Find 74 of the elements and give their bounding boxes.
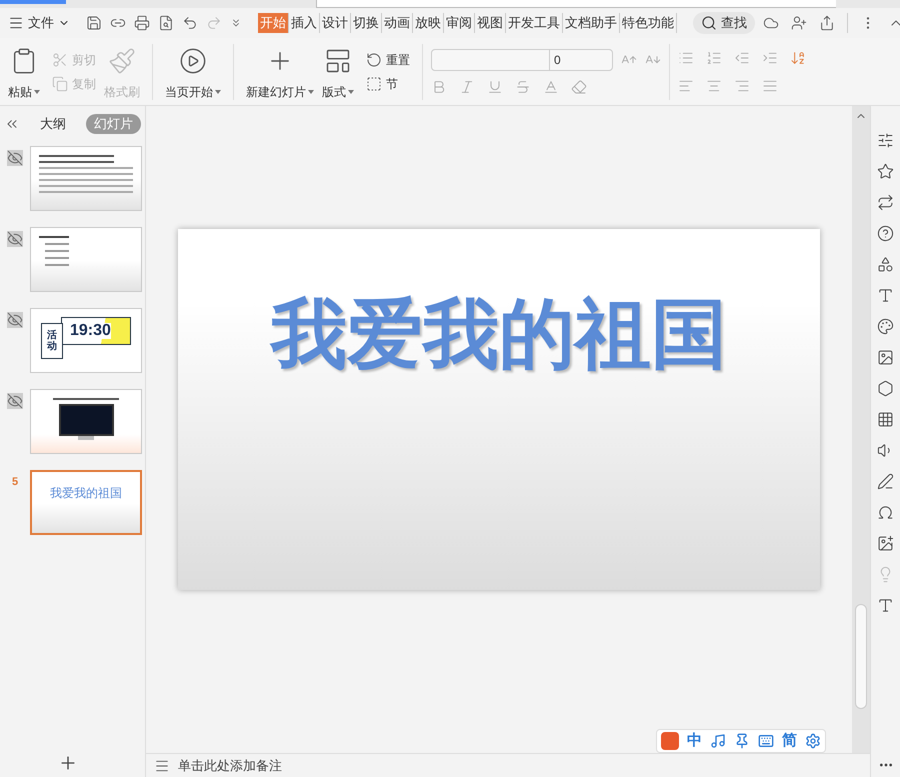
scrollbar[interactable] bbox=[852, 106, 870, 753]
undo-icon[interactable] bbox=[182, 15, 198, 31]
ime-mode-text[interactable]: 中 bbox=[687, 730, 702, 752]
new-slide-button[interactable]: 新建幻灯片 bbox=[242, 42, 318, 100]
shapes-icon[interactable] bbox=[877, 256, 894, 273]
repeat-icon[interactable] bbox=[877, 194, 894, 211]
reset-button[interactable]: 重置 bbox=[362, 48, 414, 72]
ribbon-tab[interactable]: 设计 bbox=[320, 13, 351, 33]
preview-icon[interactable] bbox=[158, 15, 174, 31]
text-icon[interactable] bbox=[877, 287, 894, 304]
pen-icon[interactable] bbox=[877, 473, 894, 490]
caret-icon[interactable] bbox=[348, 90, 354, 94]
image-icon[interactable] bbox=[877, 349, 894, 366]
share-icon[interactable] bbox=[819, 15, 835, 31]
search-icon bbox=[701, 15, 717, 31]
grid-icon[interactable] bbox=[877, 411, 894, 428]
section-button[interactable]: 节 bbox=[362, 72, 414, 96]
slide-title: 我爱我的祖国 bbox=[271, 297, 727, 373]
ribbon-tab[interactable]: 审阅 bbox=[444, 13, 475, 33]
menu-icon bbox=[8, 15, 24, 31]
caret-icon[interactable] bbox=[34, 90, 40, 94]
time-text: 19:30 bbox=[70, 323, 111, 339]
badge-text: 活动 bbox=[47, 330, 57, 352]
slide-thumbnail[interactable]: 活动 19:30 bbox=[30, 308, 142, 373]
play-button[interactable]: 当页开始 bbox=[161, 42, 225, 100]
slide-thumbnail[interactable] bbox=[30, 227, 142, 292]
ribbon-tab[interactable]: 特色功能 bbox=[620, 13, 677, 33]
punctuation-icon[interactable] bbox=[734, 733, 750, 749]
sliders-icon[interactable] bbox=[877, 132, 894, 149]
save-icon[interactable] bbox=[86, 15, 102, 31]
layout-button[interactable]: 版式 bbox=[318, 42, 358, 100]
ribbon-tab[interactable]: 文档助手 bbox=[563, 13, 620, 33]
caret-icon[interactable] bbox=[215, 90, 221, 94]
add-user-icon[interactable] bbox=[791, 15, 807, 31]
print-icon[interactable] bbox=[134, 15, 150, 31]
help-icon[interactable] bbox=[877, 225, 894, 242]
settings-icon[interactable] bbox=[805, 733, 821, 749]
ribbon-tab[interactable]: 视图 bbox=[475, 13, 506, 33]
note-icon[interactable] bbox=[710, 733, 726, 749]
ribbon-tab[interactable]: 切换 bbox=[351, 13, 382, 33]
section-icon bbox=[366, 76, 382, 92]
font-color-icon[interactable] bbox=[543, 78, 559, 94]
cloud-icon[interactable] bbox=[763, 15, 779, 31]
hexagon-icon[interactable] bbox=[877, 380, 894, 397]
cut-icon bbox=[52, 52, 68, 68]
slide-title-text: 我爱我的祖国 bbox=[50, 485, 122, 502]
ribbon-tab[interactable]: 放映 bbox=[413, 13, 444, 33]
ime-logo-icon[interactable] bbox=[661, 732, 679, 750]
star-icon[interactable] bbox=[877, 163, 894, 180]
ime-toolbar[interactable]: 中 简 bbox=[656, 729, 826, 753]
paintbrush-icon bbox=[108, 46, 136, 74]
omega-icon[interactable] bbox=[877, 504, 894, 521]
slide-number: 5 bbox=[12, 475, 18, 490]
keyboard-icon[interactable] bbox=[758, 733, 774, 749]
file-menu[interactable]: 文件 bbox=[8, 13, 70, 33]
caret-icon[interactable] bbox=[308, 90, 314, 94]
panel-tab[interactable]: 大纲 bbox=[32, 114, 74, 134]
notes-placeholder[interactable]: 单击此处添加备注 bbox=[178, 756, 282, 776]
text-icon[interactable] bbox=[877, 597, 894, 614]
ime-script-text[interactable]: 简 bbox=[782, 730, 797, 752]
search-button[interactable]: 查找 bbox=[693, 12, 755, 34]
copy-icon bbox=[52, 76, 68, 92]
ribbon-tab[interactable]: 插入 bbox=[289, 13, 320, 33]
paste-button[interactable]: 粘贴 bbox=[4, 42, 44, 100]
list-drawing bbox=[39, 236, 69, 266]
reset-icon bbox=[366, 52, 382, 68]
image-plus-icon[interactable] bbox=[877, 535, 894, 552]
play-icon bbox=[179, 46, 207, 74]
ribbon-tab[interactable]: 开发工具 bbox=[506, 13, 563, 33]
slide-thumbnail[interactable] bbox=[30, 146, 142, 211]
sort-icon[interactable] bbox=[790, 50, 806, 66]
scrollbar-thumb[interactable] bbox=[855, 604, 867, 709]
ribbon-tab[interactable]: 动画 bbox=[382, 13, 413, 33]
palette-icon[interactable] bbox=[877, 318, 894, 335]
